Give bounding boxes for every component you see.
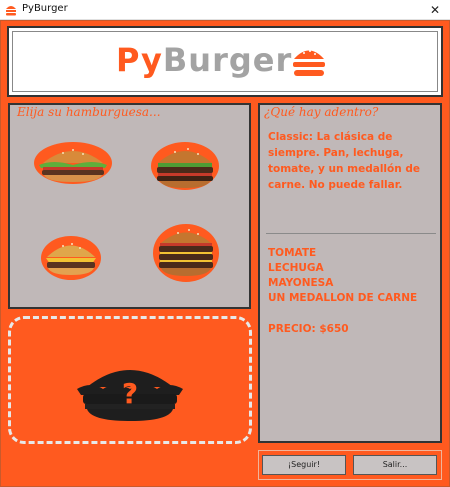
- logo-panel: PyBurger: [7, 26, 443, 97]
- burger-triple[interactable]: [152, 223, 220, 283]
- preview-panel: ?: [8, 316, 252, 444]
- info-panel-title: ¿Qué hay adentro?: [264, 105, 379, 119]
- burger-icon: [293, 50, 325, 76]
- question-mark: ?: [122, 377, 138, 410]
- burger-bbq[interactable]: [150, 141, 220, 191]
- logo-text: PyBurger: [116, 41, 292, 79]
- exit-button[interactable]: Salir...: [353, 455, 437, 475]
- info-divider: [266, 233, 436, 234]
- ingredients-list: TOMATE LECHUGA MAYONESA UN MEDALLON DE C…: [268, 246, 417, 306]
- mystery-burger-silhouette: ?: [77, 370, 183, 421]
- window-title: PyBurger: [22, 3, 68, 14]
- burger-panel-title: Elija su hamburguesa...: [14, 105, 164, 119]
- buttons-bar: ¡Seguir! Salir...: [258, 450, 442, 480]
- ingredient-item: MAYONESA: [268, 277, 334, 289]
- next-button[interactable]: ¡Seguir!: [262, 455, 346, 475]
- ingredient-item: UN MEDALLON DE CARNE: [268, 292, 418, 304]
- app-burger-icon: [6, 6, 16, 16]
- price-label: PRECIO: $650: [268, 323, 349, 335]
- burger-cheese[interactable]: [40, 235, 102, 281]
- info-panel: ¿Qué hay adentro? Classic: La clásica de…: [258, 103, 442, 443]
- ingredient-item: TOMATE: [268, 247, 317, 259]
- burger-selection-panel: Elija su hamburguesa...: [8, 103, 251, 309]
- logo-burger: Burger: [162, 41, 293, 79]
- title-bar: PyBurger ✕: [0, 0, 450, 20]
- burger-description: Classic: La clásica de siempre. Pan, lec…: [268, 131, 420, 191]
- ingredient-item: LECHUGA: [268, 262, 324, 274]
- close-button[interactable]: ✕: [420, 0, 450, 20]
- logo-py: Py: [116, 41, 163, 79]
- burger-classic[interactable]: [33, 141, 113, 185]
